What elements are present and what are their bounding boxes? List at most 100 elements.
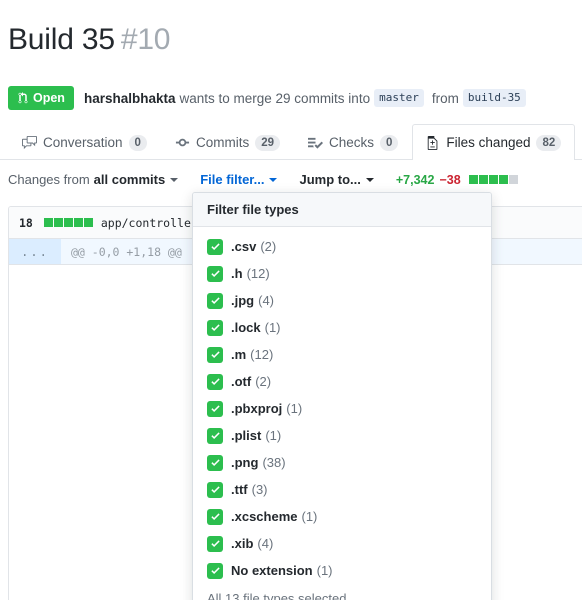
- diffstat-block-added: [73, 218, 83, 228]
- file-type-item[interactable]: .m (12): [193, 341, 491, 368]
- pr-author[interactable]: harshalbhakta: [84, 91, 176, 106]
- file-type-extension: .png: [231, 455, 259, 471]
- checkbox-checked-icon[interactable]: [207, 346, 223, 363]
- tab-commits-label: Commits: [195, 135, 250, 151]
- checkbox-checked-icon[interactable]: [207, 238, 223, 255]
- checkbox-checked-icon[interactable]: [207, 265, 223, 282]
- file-type-extension: .h: [231, 266, 243, 282]
- checkbox-checked-icon[interactable]: [207, 427, 223, 444]
- status-badge: Open: [8, 86, 74, 111]
- file-type-label: No extension (1): [231, 563, 333, 578]
- file-type-count: (12): [250, 347, 274, 363]
- status-badge-label: Open: [33, 91, 65, 106]
- file-change-count: 18: [19, 215, 33, 230]
- file-type-extension: .xib: [231, 536, 254, 552]
- file-path[interactable]: app/controllers: [101, 216, 205, 230]
- file-type-label: .ttf (3): [231, 482, 268, 497]
- file-type-extension: No extension: [231, 563, 313, 579]
- file-type-count: (1): [265, 428, 282, 444]
- jump-to-button[interactable]: Jump to...: [299, 172, 374, 187]
- hunk-expander-button[interactable]: ...: [9, 239, 61, 265]
- file-type-label: .otf (2): [231, 374, 271, 389]
- pr-number: #10: [120, 23, 171, 57]
- file-type-item[interactable]: .plist (1): [193, 422, 491, 449]
- checkbox-checked-icon[interactable]: [207, 373, 223, 390]
- checkbox-checked-icon[interactable]: [207, 292, 223, 309]
- file-type-item[interactable]: .xcscheme (1): [193, 503, 491, 530]
- file-type-label: .pbxproj (1): [231, 401, 302, 416]
- tab-files-changed[interactable]: Files changed 82: [412, 124, 576, 162]
- checkbox-checked-icon[interactable]: [207, 562, 223, 579]
- page-title: Build 35 #10: [0, 20, 582, 58]
- file-type-label: .png (38): [231, 455, 286, 470]
- diffstat: +7,342 −38: [396, 173, 518, 187]
- tab-checks[interactable]: Checks 0: [294, 124, 412, 160]
- tab-checks-count: 0: [380, 134, 399, 151]
- file-type-label: .lock (1): [231, 320, 281, 335]
- deletions-count: −38: [439, 172, 461, 187]
- file-diffstat-blocks: [43, 218, 93, 228]
- file-type-count: (1): [316, 563, 333, 579]
- file-type-count: (12): [246, 266, 270, 282]
- file-type-item[interactable]: .jpg (4): [193, 287, 491, 314]
- file-diff-icon: [426, 135, 440, 150]
- pr-meta-row: Open harshalbhakta wants to merge 29 com…: [0, 78, 582, 111]
- pr-action-text: wants to merge 29 commits into: [179, 90, 371, 106]
- file-type-extension: .xcscheme: [231, 509, 298, 525]
- chevron-down-icon: [269, 177, 278, 182]
- file-type-item[interactable]: .h (12): [193, 260, 491, 287]
- file-type-item[interactable]: .lock (1): [193, 314, 491, 341]
- changes-from-value: all commits: [93, 172, 166, 188]
- file-type-extension: .lock: [231, 320, 261, 336]
- file-type-item[interactable]: .ttf (3): [193, 476, 491, 503]
- file-type-item[interactable]: .pbxproj (1): [193, 395, 491, 422]
- dropdown-title: Filter file types: [193, 193, 491, 228]
- tab-conversation-count: 0: [128, 134, 147, 151]
- diffstat-block-added: [43, 218, 53, 228]
- pr-tabnav: Conversation 0 Commits 29 Checks 0 Files…: [0, 124, 582, 162]
- file-filter-button[interactable]: File filter...: [200, 172, 278, 187]
- checkbox-checked-icon[interactable]: [207, 481, 223, 498]
- git-pull-request-icon: [17, 92, 29, 104]
- file-type-item[interactable]: .xib (4): [193, 530, 491, 557]
- changes-from-label: Changes from: [8, 172, 90, 188]
- tab-commits[interactable]: Commits 29: [161, 124, 294, 160]
- file-type-label: .csv (2): [231, 239, 276, 254]
- checkbox-checked-icon[interactable]: [207, 508, 223, 525]
- file-type-count: (2): [255, 374, 272, 390]
- checkbox-checked-icon[interactable]: [207, 535, 223, 552]
- checkbox-checked-icon[interactable]: [207, 319, 223, 336]
- file-type-label: .h (12): [231, 266, 270, 281]
- diffstat-block-added: [63, 218, 73, 228]
- base-branch-chip[interactable]: master: [374, 89, 424, 108]
- changes-from-selector[interactable]: Changes from all commits: [8, 172, 179, 188]
- file-type-label: .plist (1): [231, 428, 281, 443]
- file-type-label: .m (12): [231, 347, 273, 362]
- chevron-down-icon: [365, 177, 374, 182]
- file-type-item[interactable]: .csv (2): [193, 233, 491, 260]
- checklist-icon: [308, 135, 323, 150]
- file-type-item[interactable]: No extension (1): [193, 557, 491, 584]
- git-commit-icon: [175, 135, 190, 150]
- file-type-count: (38): [262, 455, 286, 471]
- checkbox-checked-icon[interactable]: [207, 400, 223, 417]
- file-type-extension: .csv: [231, 239, 257, 255]
- comment-discussion-icon: [22, 135, 37, 150]
- diffstat-block-added: [53, 218, 63, 228]
- pull-request-page: Build 35 #10 Open harshalbhakta wants to …: [0, 20, 582, 600]
- diffstat-block-neutral: [508, 175, 518, 185]
- tab-conversation[interactable]: Conversation 0: [8, 124, 161, 160]
- diffstat-block-added: [488, 175, 498, 185]
- tab-commits-count: 29: [255, 134, 280, 151]
- file-type-count: (4): [258, 293, 274, 309]
- tab-conversation-label: Conversation: [43, 135, 123, 151]
- file-type-extension: .plist: [231, 428, 262, 444]
- file-type-extension: .m: [231, 347, 247, 363]
- file-type-item[interactable]: .otf (2): [193, 368, 491, 395]
- head-branch-chip[interactable]: build-35: [462, 89, 526, 108]
- file-type-label: .jpg (4): [231, 293, 274, 308]
- from-label: from: [431, 90, 459, 106]
- file-type-item[interactable]: .png (38): [193, 449, 491, 476]
- file-type-list: .csv (2) .h (12) .jpg (4) .lock (1) .m (12) .otf (2…: [193, 227, 491, 587]
- checkbox-checked-icon[interactable]: [207, 454, 223, 471]
